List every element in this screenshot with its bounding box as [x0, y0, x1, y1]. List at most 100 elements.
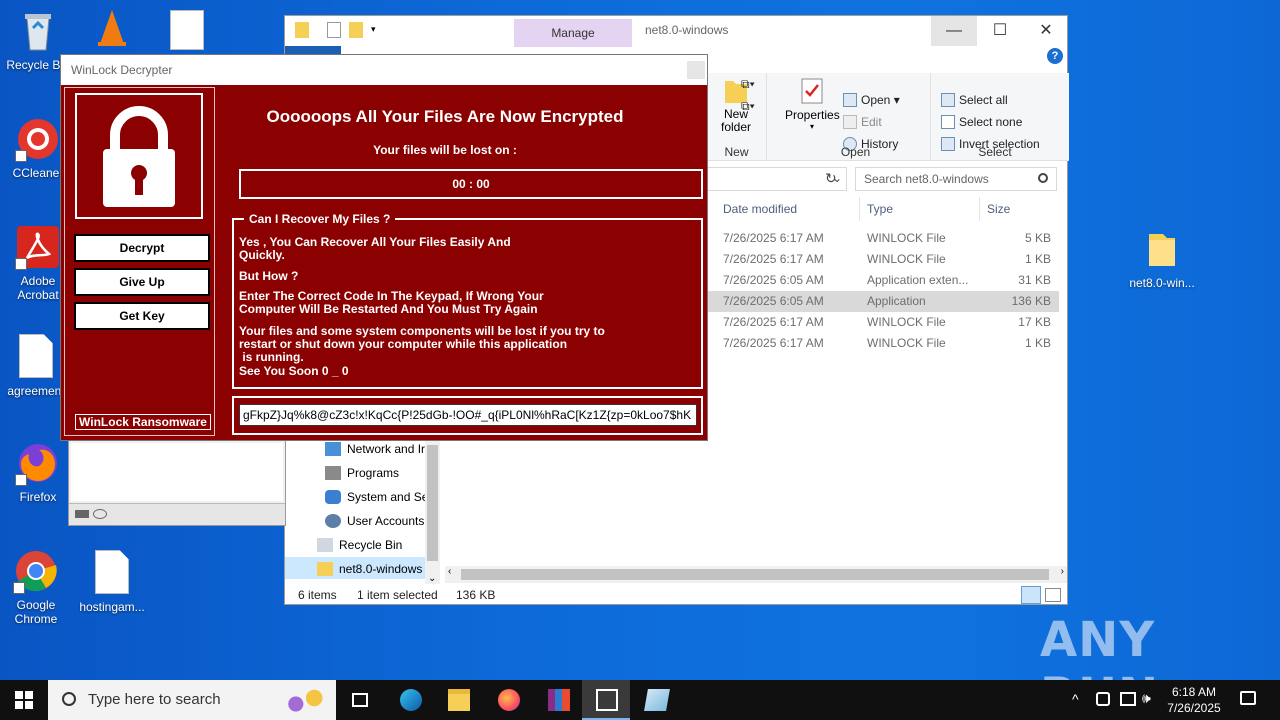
taskbar-firefox[interactable] [484, 680, 532, 720]
ransom-headline: Oooooops All Your Files Are Now Encrypte… [266, 107, 624, 126]
select-none-button[interactable]: Select none [941, 115, 1022, 129]
ribbon: New folder ⧉▾ ⧉▾ New Properties ▾ Open ▾… [707, 73, 1069, 161]
new-folder-icon[interactable] [349, 22, 363, 38]
chevron-right-icon[interactable]: › [1061, 566, 1064, 577]
open-icon [843, 93, 857, 107]
file-row[interactable]: 7/26/2025 6:17 AM WINLOCK File 5 KB [707, 228, 1059, 249]
task-view-button[interactable] [336, 680, 384, 720]
taskbar-notepad[interactable] [632, 680, 680, 720]
ribbon-group-label: Open [840, 145, 871, 159]
notifications-icon[interactable] [1240, 691, 1256, 705]
scrollbar-thumb[interactable] [461, 569, 1049, 580]
taskbar-winrar[interactable] [534, 680, 582, 720]
system-clock[interactable]: 6:18 AM 7/26/2025 [1158, 684, 1230, 716]
close-button[interactable] [687, 61, 705, 79]
column-header-size[interactable]: Size [987, 202, 1010, 216]
select-all-button[interactable]: Select all [941, 93, 1008, 107]
search-input[interactable]: Search net8.0-windows [855, 167, 1057, 191]
background-window[interactable] [68, 440, 286, 526]
chevron-down-icon[interactable]: ⌄ [428, 573, 436, 584]
file-row[interactable]: 7/26/2025 6:17 AM WINLOCK File 17 KB [707, 312, 1059, 333]
horizontal-scrollbar[interactable]: ‹ › [445, 566, 1067, 583]
taskbar-edge[interactable] [386, 680, 434, 720]
search-icon [62, 692, 76, 706]
key-input-frame [232, 396, 703, 435]
edit-icon [843, 115, 857, 129]
desktop-icon-hostingam[interactable]: hostingam... [74, 550, 150, 614]
file-row[interactable]: 7/26/2025 6:17 AM WINLOCK File 1 KB [707, 249, 1059, 270]
minimize-button[interactable]: — [931, 16, 977, 46]
chrome-icon [13, 548, 59, 594]
column-header-date[interactable]: Date modified [723, 202, 797, 216]
nav-item-network[interactable]: Network and Ir [325, 442, 425, 456]
copy-path-icon[interactable]: ⧉▾ [741, 77, 755, 92]
taskbar-search-input[interactable]: Type here to search [48, 680, 336, 720]
chevron-up-icon[interactable]: ^ [1072, 691, 1079, 707]
details-view-button[interactable] [1021, 586, 1041, 604]
edit-button[interactable]: Edit [843, 115, 882, 129]
window-title: WinLock Decrypter [71, 63, 173, 77]
tab-manage[interactable]: Manage [514, 19, 632, 47]
chevron-left-icon[interactable]: ‹ [448, 566, 451, 577]
nav-item-programs[interactable]: Programs [325, 466, 399, 480]
firefox-icon [15, 440, 61, 486]
security-icon[interactable] [1096, 692, 1110, 706]
nav-item-user-accounts[interactable]: User Accounts [325, 514, 424, 528]
nav-item-net8-windows[interactable]: net8.0-windows [317, 562, 422, 576]
desktop-icon-net8-folder[interactable]: net8.0-win... [1124, 226, 1200, 290]
open-button[interactable]: Open ▾ [843, 93, 900, 107]
key-input[interactable] [239, 404, 697, 426]
ransomware-titlebar[interactable]: WinLock Decrypter [61, 55, 707, 85]
nav-item-recycle-bin[interactable]: Recycle Bin [317, 538, 402, 552]
nav-item-system[interactable]: System and Se [325, 490, 428, 504]
taskbar-active-app[interactable] [582, 680, 630, 720]
explorer-titlebar[interactable]: ▾ Manage net8.0-windows — ☐ ✕ [285, 16, 1069, 47]
large-icons-view-button[interactable] [1045, 588, 1061, 602]
get-key-button[interactable]: Get Key [74, 302, 210, 330]
item-count: 6 items [298, 588, 337, 602]
windows-logo-icon [15, 691, 33, 709]
start-button[interactable] [0, 680, 48, 720]
network-icon[interactable] [1120, 692, 1136, 706]
desktop-icon-firefox[interactable]: Firefox [0, 440, 76, 504]
recover-paragraph: See You Soon 0 _ 0 [239, 364, 349, 378]
refresh-button[interactable]: ↻ [825, 170, 837, 187]
give-up-button[interactable]: Give Up [74, 268, 210, 296]
vlc-icon [94, 8, 130, 48]
nav-scrollbar[interactable]: ⌄ [425, 441, 440, 584]
volume-icon[interactable]: 🕪 [1142, 690, 1151, 707]
select-none-icon [941, 115, 955, 129]
desktop-icon-chrome[interactable]: Google Chrome [0, 548, 74, 626]
file-row[interactable]: 7/26/2025 6:05 AM Application exten... 3… [707, 270, 1059, 291]
close-button[interactable]: ✕ [1023, 16, 1069, 46]
ransomware-left-panel: Decrypt Give Up Get Key WinLock Ransomwa… [64, 87, 215, 436]
ccleaner-icon [15, 116, 61, 162]
search-highlight-flowers-icon [282, 686, 328, 716]
properties-icon[interactable] [327, 22, 341, 38]
folder-icon [295, 22, 309, 38]
properties-icon [801, 78, 823, 104]
clock-time: 6:18 AM [1171, 685, 1217, 699]
users-icon [325, 514, 341, 528]
window-title: net8.0-windows [645, 23, 729, 37]
ribbon-group-new: New folder ⧉▾ ⧉▾ New [707, 73, 767, 161]
drive-icon [75, 510, 89, 518]
file-row[interactable]: 7/26/2025 6:17 AM WINLOCK File 1 KB [707, 333, 1059, 354]
recover-paragraph: Your files and some system components wi… [239, 324, 605, 364]
document-icon [170, 10, 204, 50]
edge-icon [400, 689, 422, 711]
properties-button[interactable]: Properties ▾ [785, 77, 840, 131]
maximize-button[interactable]: ☐ [977, 16, 1023, 46]
network-drive-icon [93, 509, 107, 519]
taskbar-file-explorer[interactable] [434, 680, 482, 720]
ransomware-window[interactable]: WinLock Decrypter Decrypt Give Up Get Ke… [60, 54, 708, 441]
scrollbar-thumb[interactable] [427, 445, 438, 561]
column-header-type[interactable]: Type [867, 202, 893, 216]
chevron-down-icon[interactable]: ▾ [371, 24, 376, 40]
file-row-selected[interactable]: 7/26/2025 6:05 AM Application 136 KB [707, 291, 1059, 312]
recover-paragraph: But How ? [239, 269, 299, 283]
help-icon[interactable]: ? [1047, 48, 1063, 64]
decrypt-button[interactable]: Decrypt [74, 234, 210, 262]
taskbar: Type here to search ^ 🕪 6:18 AM 7/26/202… [0, 680, 1280, 720]
paste-shortcut-icon[interactable]: ⧉▾ [741, 99, 755, 114]
